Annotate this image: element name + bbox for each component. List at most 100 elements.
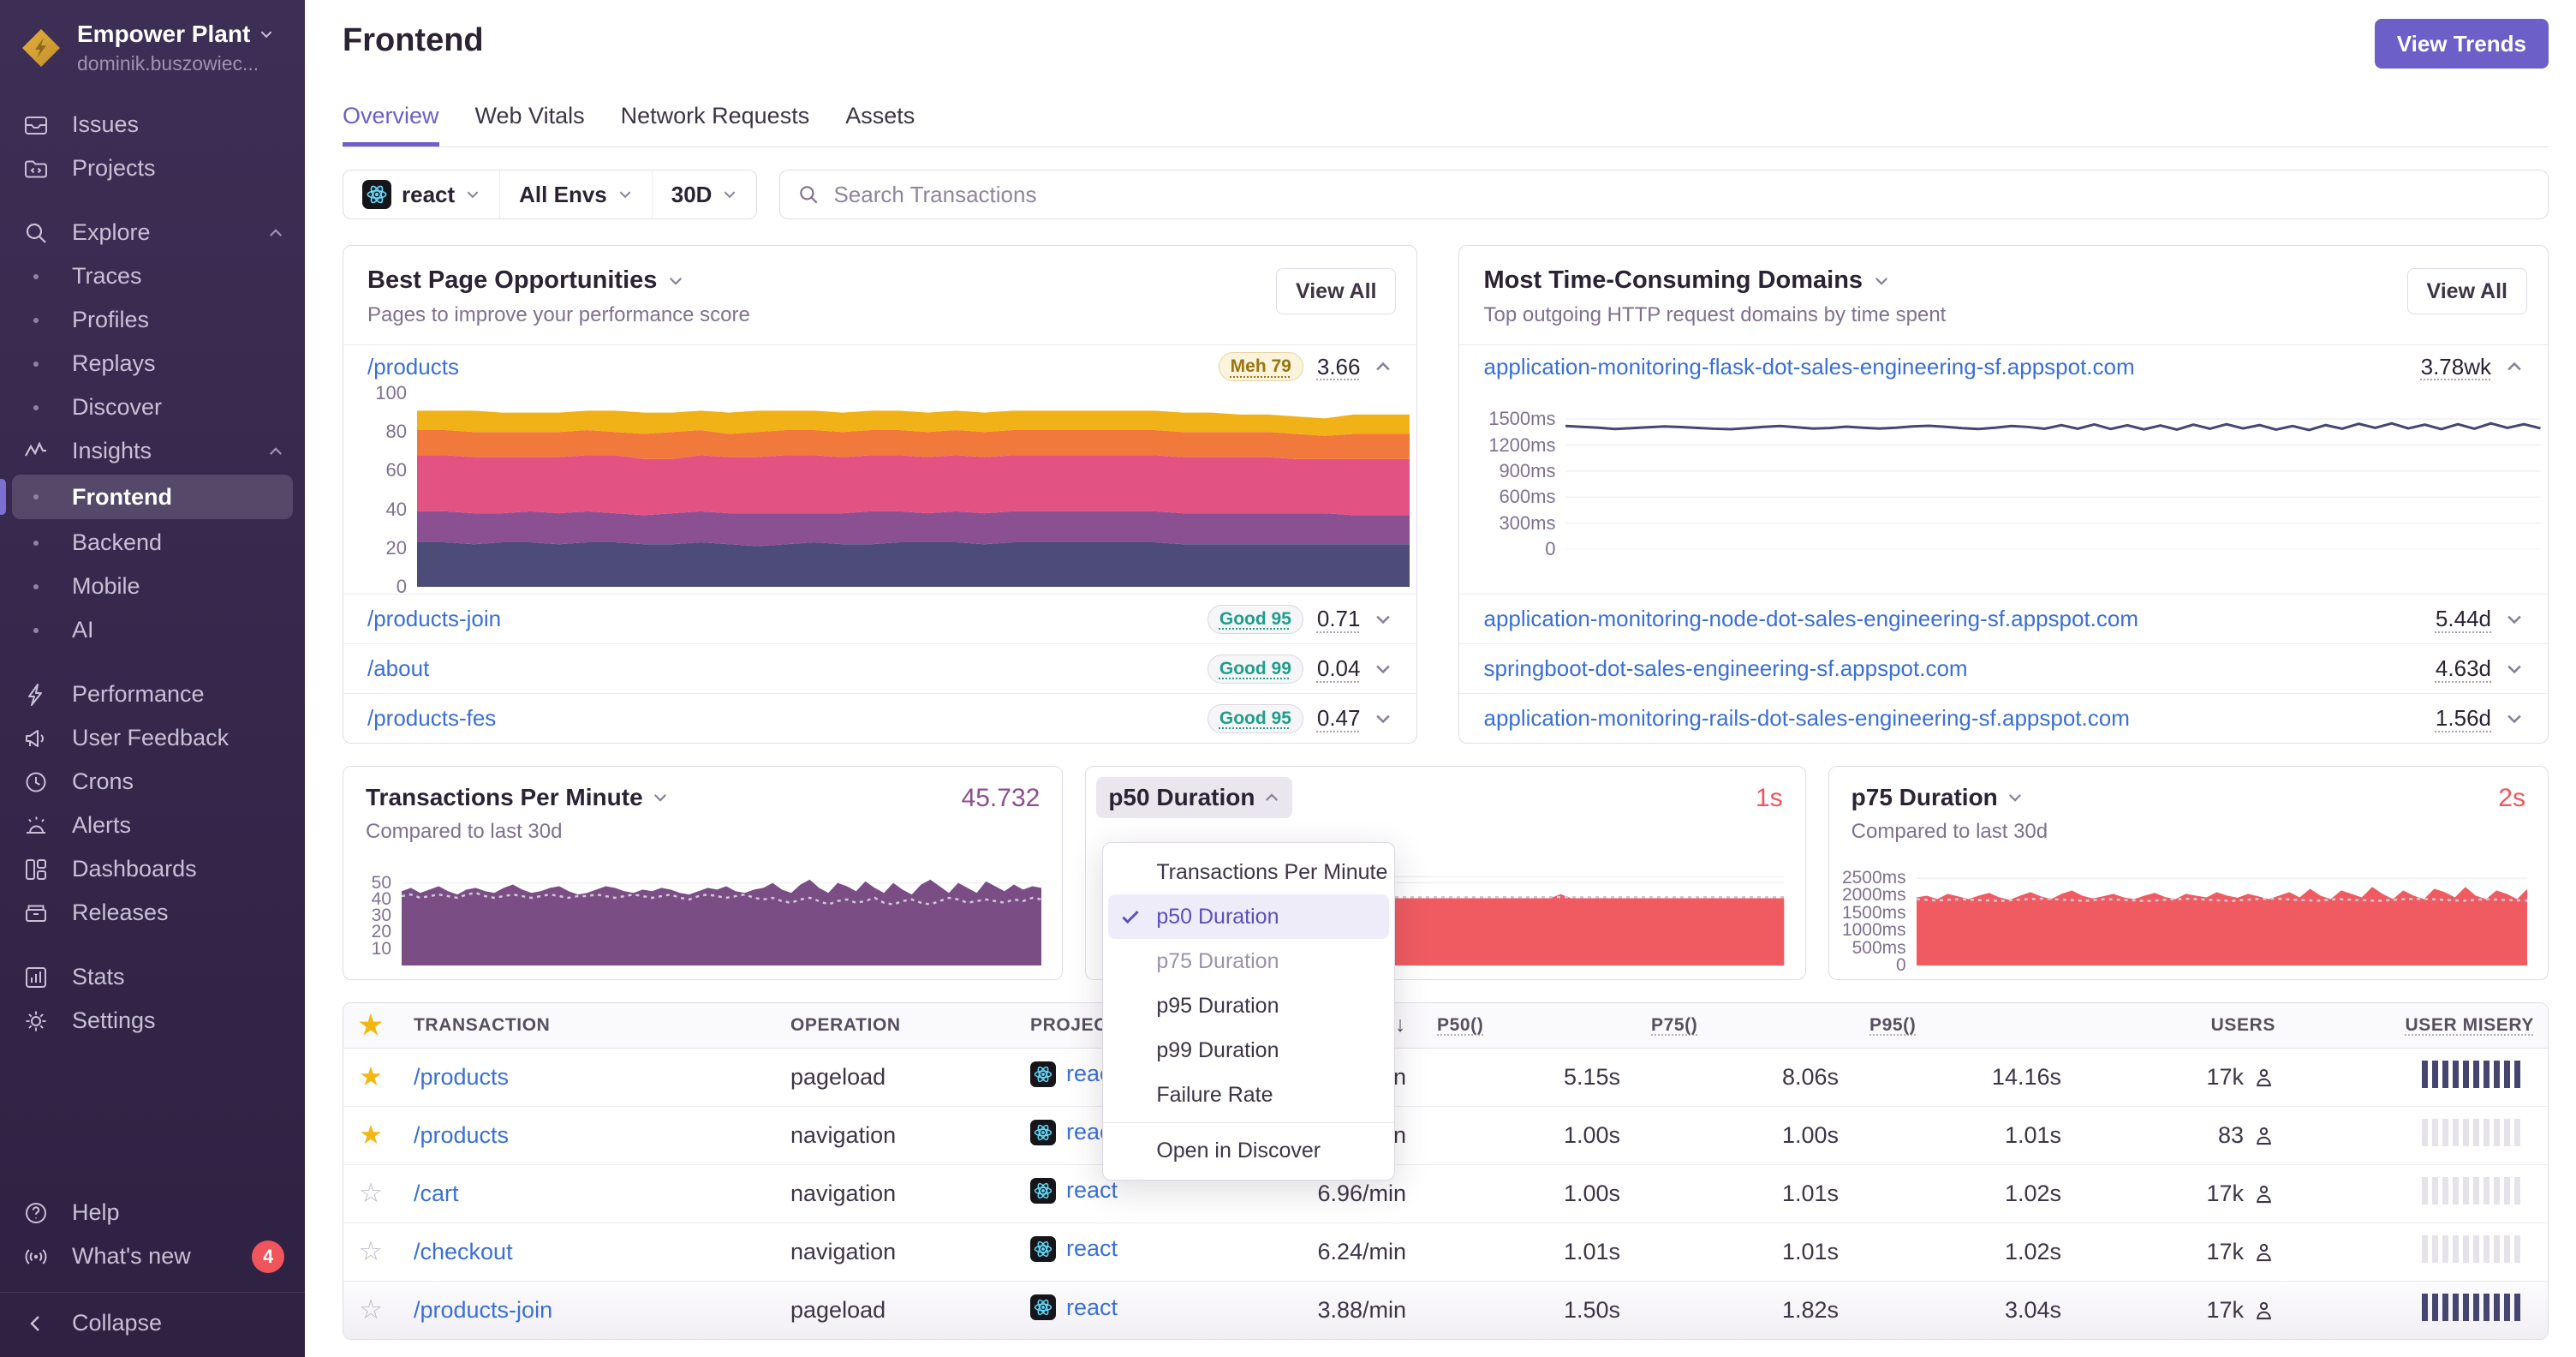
menu-item-p99-duration[interactable]: p99 Duration	[1108, 1028, 1389, 1073]
sidebar-item-frontend[interactable]: Frontend	[0, 475, 293, 519]
p50-metric-selector[interactable]: p50 Duration	[1096, 777, 1293, 818]
sidebar-item-help[interactable]: Help	[0, 1191, 305, 1234]
domain-link[interactable]: springboot-dot-sales-engineering-sf.apps…	[1483, 655, 1967, 682]
sidebar-item-mobile[interactable]: Mobile	[0, 565, 305, 608]
tab-overview[interactable]: Overview	[343, 103, 439, 146]
column-header-user-misery[interactable]: USER MISERY	[2291, 1003, 2548, 1049]
column-header-label[interactable]: USER MISERY	[2405, 1015, 2534, 1035]
star-icon[interactable]: ☆	[359, 1294, 383, 1324]
star-icon[interactable]: ★	[359, 1061, 383, 1091]
star-icon[interactable]: ☆	[359, 1236, 383, 1266]
menu-item-label: p50 Duration	[1156, 904, 1279, 929]
project-link[interactable]: react	[1066, 1177, 1118, 1204]
chevron-down-icon[interactable]	[1374, 709, 1392, 728]
transaction-link[interactable]: /products	[414, 1064, 509, 1090]
sidebar-item-user-feedback[interactable]: User Feedback	[0, 716, 305, 760]
column-header-operation: OPERATION	[775, 1003, 1015, 1049]
column-header-label[interactable]: P50()	[1437, 1015, 1483, 1035]
sidebar-item-collapse[interactable]: Collapse	[0, 1301, 305, 1345]
domain-link[interactable]: application-monitoring-flask-dot-sales-e…	[1483, 354, 2134, 380]
domain-link[interactable]: application-monitoring-rails-dot-sales-e…	[1483, 705, 2129, 732]
chevron-down-icon[interactable]	[1374, 610, 1392, 629]
row-value: 1.56d	[2435, 705, 2491, 731]
sidebar-item-ai[interactable]: AI	[0, 608, 305, 652]
date-filter[interactable]: 30D	[651, 170, 757, 218]
column-header-p75-[interactable]: P75()	[1636, 1003, 1854, 1049]
sidebar-item-label: Mobile	[72, 573, 140, 599]
stacked-area-plot[interactable]	[417, 393, 1410, 587]
transaction-link[interactable]: /cart	[414, 1181, 459, 1206]
tpm-metric-selector[interactable]: Transactions Per Minute	[366, 784, 669, 811]
sidebar-item-replays[interactable]: Replays	[0, 342, 305, 386]
sidebar-item-projects[interactable]: Projects	[0, 146, 305, 190]
project-link[interactable]: react	[1066, 1235, 1118, 1262]
chevron-down-icon[interactable]	[1374, 660, 1392, 678]
tab-network-requests[interactable]: Network Requests	[621, 103, 810, 146]
bpo-title: Best Page Opportunities	[367, 266, 658, 294]
sidebar-item-explore[interactable]: Explore	[0, 211, 305, 254]
chevron-up-icon[interactable]	[2505, 357, 2524, 376]
chevron-up-icon	[267, 443, 284, 460]
area-plot[interactable]	[402, 875, 1042, 965]
page-link[interactable]: /products	[367, 354, 459, 380]
column-header-p50-[interactable]: P50()	[1422, 1003, 1636, 1049]
project-link[interactable]: react	[1066, 1294, 1118, 1321]
column-header-label[interactable]: P95()	[1869, 1015, 1916, 1035]
sidebar-item-backend[interactable]: Backend	[0, 521, 305, 565]
chevron-down-icon[interactable]	[1873, 272, 1890, 290]
menu-item-transactions-per-minute[interactable]: Transactions Per Minute	[1108, 850, 1389, 894]
menu-item-p95-duration[interactable]: p95 Duration	[1108, 983, 1389, 1028]
page-link[interactable]: /about	[367, 655, 429, 682]
sidebar-item-crons[interactable]: Crons	[0, 760, 305, 804]
sidebar-item-discover[interactable]: Discover	[0, 386, 305, 429]
transaction-link[interactable]: /checkout	[414, 1239, 513, 1264]
operation-cell: navigation	[775, 1105, 1015, 1164]
menu-item-p50-duration[interactable]: p50 Duration	[1108, 894, 1390, 939]
menu-item-failure-rate[interactable]: Failure Rate	[1108, 1073, 1389, 1117]
star-icon[interactable]: ☆	[359, 1178, 383, 1208]
bpo-view-all-button[interactable]: View All	[1276, 268, 1397, 314]
score-breakdown-chart: 100 80 60 40 20 0	[343, 382, 1416, 597]
env-filter[interactable]: All Envs	[499, 170, 652, 218]
chevron-down-icon[interactable]	[2505, 660, 2524, 678]
column-header-p95-[interactable]: P95()	[1854, 1003, 2077, 1049]
menu-item-open-in-discover[interactable]: Open in Discover	[1108, 1128, 1389, 1173]
bullet-icon	[22, 494, 50, 499]
domain-link[interactable]: application-monitoring-node-dot-sales-en…	[1483, 606, 2138, 632]
domains-view-all-button[interactable]: View All	[2406, 268, 2527, 314]
sidebar-item-settings[interactable]: Settings	[0, 999, 305, 1043]
sidebar-item-performance[interactable]: Performance	[0, 673, 305, 716]
area-plot[interactable]	[1916, 875, 2527, 965]
sidebar-item-traces[interactable]: Traces	[0, 254, 305, 298]
menu-item-p75-duration[interactable]: p75 Duration	[1108, 939, 1389, 983]
transaction-link[interactable]: /products-join	[414, 1297, 552, 1323]
search-icon	[22, 220, 50, 246]
chevron-down-icon[interactable]	[2505, 610, 2524, 629]
search-input[interactable]	[832, 180, 2531, 209]
sidebar-item-dashboards[interactable]: Dashboards	[0, 847, 305, 891]
sidebar-item-stats[interactable]: Stats	[0, 955, 305, 999]
org-switcher[interactable]: Empower Plant dominik.buszowiec...	[0, 0, 305, 96]
chevron-down-icon[interactable]	[667, 272, 684, 290]
chevron-up-icon[interactable]	[1374, 357, 1392, 376]
p75-metric-selector[interactable]: p75 Duration	[1852, 784, 2024, 811]
tab-assets[interactable]: Assets	[845, 103, 915, 146]
star-icon[interactable]: ★	[359, 1120, 383, 1150]
sidebar-item-releases[interactable]: Releases	[0, 891, 305, 935]
transaction-link[interactable]: /products	[414, 1122, 509, 1148]
sidebar-item-insights[interactable]: Insights	[0, 429, 305, 473]
page-link[interactable]: /products-fes	[367, 705, 496, 732]
chevron-down-icon[interactable]	[2505, 709, 2524, 728]
page-link[interactable]: /products-join	[367, 606, 501, 632]
sidebar-item-whats-new[interactable]: What's new 4	[0, 1234, 305, 1278]
line-plot[interactable]	[1565, 410, 2541, 549]
project-filter[interactable]: react	[343, 170, 499, 218]
column-header-label[interactable]: P75()	[1651, 1015, 1697, 1035]
sidebar-item-issues[interactable]: Issues	[0, 103, 305, 146]
tab-web-vitals[interactable]: Web Vitals	[475, 103, 585, 146]
sidebar-item-alerts[interactable]: Alerts	[0, 804, 305, 847]
view-trends-button[interactable]: View Trends	[2374, 19, 2549, 69]
sidebar-item-profiles[interactable]: Profiles	[0, 298, 305, 342]
user-misery-bars	[2422, 1176, 2534, 1205]
p75-title: p75 Duration	[1851, 784, 1998, 810]
